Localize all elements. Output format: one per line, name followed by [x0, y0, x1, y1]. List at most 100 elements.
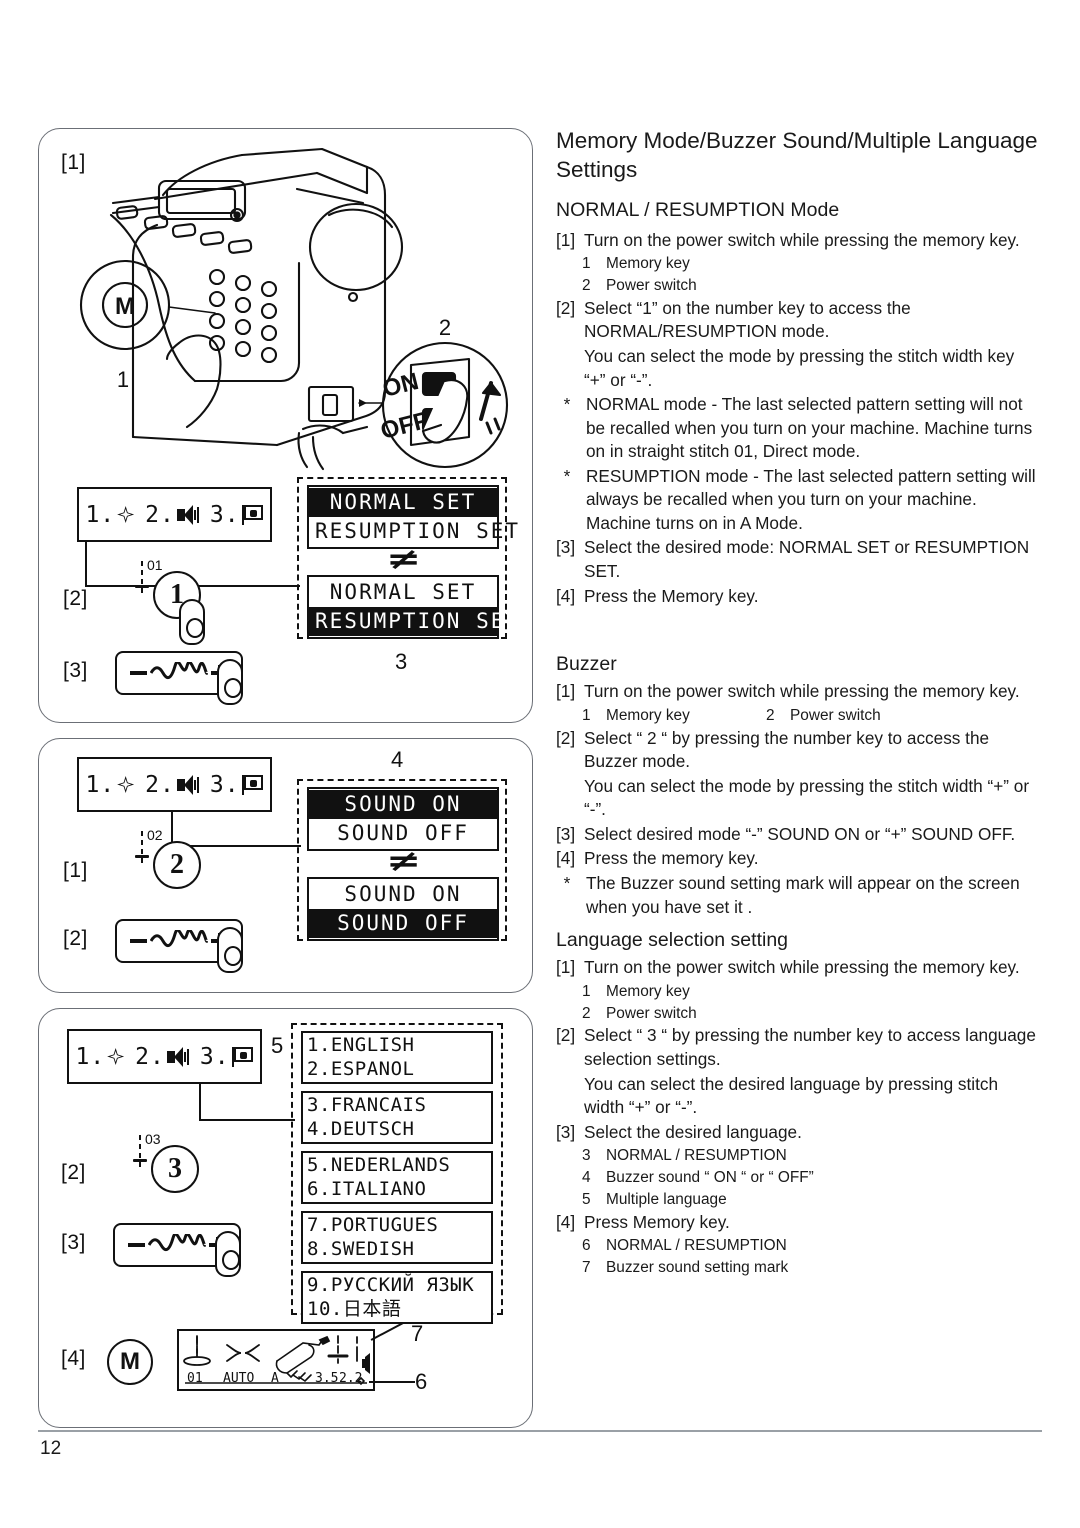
step-marker — [556, 775, 584, 822]
step-tag-2: [2] — [61, 1161, 86, 1184]
language-option-swedish[interactable]: 8.SWEDISH — [303, 1237, 491, 1261]
number-key-2[interactable]: 2 — [153, 841, 201, 889]
step-item: You can select the mode by pressing the … — [556, 345, 1040, 392]
language-option-portugues[interactable]: 7.PORTUGUES — [303, 1213, 491, 1237]
diamond-icon — [117, 506, 135, 523]
option-sound-on[interactable]: SOUND ON — [309, 880, 497, 909]
language-option-italiano[interactable]: 6.ITALIANO — [303, 1177, 491, 1201]
language-box-4: 7.PORTUGUES 8.SWEDISH — [301, 1211, 493, 1264]
step-item: [4] Press the memory key. — [556, 847, 1040, 871]
step-text: You can select the desired language by p… — [584, 1073, 999, 1118]
sub-item: 1 Memory key — [556, 981, 1040, 1003]
step-text: Select the desired mode: NORMAL SET or R… — [584, 537, 1030, 581]
speaker-icon — [176, 774, 199, 795]
dashed-group-normal-resumption: NORMAL SET RESUMPTION SET ≠ NORMAL SET R… — [297, 477, 518, 639]
step-item: [3] Select desired mode “-” SOUND ON or … — [556, 823, 1040, 847]
sub-item-label: Memory key — [606, 982, 690, 1000]
language-option-english[interactable]: 1.ENGLISH — [307, 1034, 414, 1056]
manual-page: [1] ON OFF M 1 2 1. 2. 3. NORMAL SET RES… — [0, 0, 1080, 1528]
sub-item: 2 Power switch — [556, 275, 1040, 297]
zigzag-icon — [150, 930, 208, 948]
number-key-3[interactable]: 3 — [151, 1145, 199, 1193]
diamond-icon — [107, 1048, 125, 1065]
step-item: [1] Turn on the power switch while press… — [556, 956, 1040, 980]
language-option-espanol[interactable]: 2.ESPANOL — [303, 1057, 491, 1081]
menu-item-2: 2. — [145, 502, 199, 528]
step-text: Turn on the power switch while pressing … — [584, 681, 1020, 702]
sub-item-label: Power switch — [606, 1004, 697, 1022]
figure-panel-buzzer: 1. 2. 3. 4 SOUND ON SOUND OFF ≠ SOUND ON… — [38, 738, 533, 993]
step-text: You can select the mode by pressing the … — [584, 345, 1015, 390]
step-text: Press Memory key. — [584, 1211, 730, 1232]
sub-item: 4 Buzzer sound “ ON “ or “ OFF” — [556, 1167, 1040, 1189]
menu-item-3: 3. — [210, 772, 264, 798]
change-arrow-icon: ≠ — [385, 542, 422, 577]
sewing-machine-illustration: ON ON OFF M 1 2 — [79, 147, 509, 471]
step-marker: [4] — [556, 1211, 576, 1232]
sub-item: 2 Power switch — [556, 1003, 1040, 1025]
step-marker: * — [563, 465, 571, 486]
flag-icon — [241, 504, 264, 525]
callout-number-6: 6 — [415, 1369, 428, 1394]
language-option-russian[interactable]: 9.РУССКИЙ ЯЗЫК — [303, 1273, 491, 1297]
sub-item-number: 3 — [582, 1147, 591, 1165]
sub-item: 6 NORMAL / RESUMPTION — [556, 1235, 1040, 1257]
step-tag-3: [3] — [63, 659, 88, 682]
buzzer-sound-setting-mark — [362, 1353, 370, 1374]
sub-item: 1 Memory key — [556, 253, 1040, 275]
sub-item-label: Power switch — [790, 706, 881, 724]
step-item: [1] Turn on the power switch while press… — [556, 680, 1040, 704]
step-marker: [4] — [556, 585, 576, 606]
step-marker: [2] — [556, 727, 576, 748]
memory-key-button[interactable]: M — [107, 1339, 153, 1385]
language-option-francais[interactable]: 3.FRANCAIS — [303, 1093, 491, 1117]
change-arrow-icon: ≠ — [385, 844, 422, 879]
step-marker: [1] — [556, 681, 576, 702]
sub-item: 3 NORMAL / RESUMPTION — [556, 1145, 1040, 1167]
step-text: Select “ 3 “ by pressing the number key … — [584, 1025, 1036, 1069]
memory-key-icon: M — [115, 293, 135, 320]
status-pattern-number: 01 — [187, 1371, 203, 1386]
step-marker: [1] — [556, 957, 576, 978]
finger-icon — [215, 1231, 241, 1277]
lcd-display-top-2: SOUND ON SOUND OFF — [307, 787, 499, 851]
option-sound-on[interactable]: SOUND ON — [309, 790, 497, 819]
step-item: * The Buzzer sound setting mark will app… — [556, 872, 1040, 919]
callout-number-5: 5 — [271, 1033, 284, 1058]
step-item: * NORMAL mode - The last selected patter… — [556, 393, 1040, 464]
section-heading-normal-resumption: NORMAL / RESUMPTION Mode — [556, 198, 840, 221]
step-marker: [1] — [556, 229, 576, 250]
step-item: [2] Select “1” on the number key to acce… — [556, 297, 1040, 344]
sub-item-label: Multiple language — [606, 1190, 727, 1208]
pattern-code-02: 02 — [147, 827, 163, 843]
language-option-japanese[interactable]: 10.日本語 — [303, 1297, 491, 1321]
diamond-icon — [117, 776, 135, 793]
step-item: You can select the mode by pressing the … — [556, 775, 1040, 822]
language-option-nederlands[interactable]: 5.NEDERLANDS — [303, 1153, 491, 1177]
sub-item-number: 2 — [582, 1004, 591, 1022]
language-option-deutsch[interactable]: 4.DEUTSCH — [303, 1117, 491, 1141]
step-text: Press the Memory key. — [584, 585, 759, 606]
pattern-code-03: 03 — [145, 1131, 161, 1147]
step-tag-2: [2] — [63, 587, 88, 610]
callout-number-power-switch: 2 — [439, 315, 451, 340]
option-resumption-set[interactable]: RESUMPTION SET — [309, 606, 518, 636]
callout-number-4: 4 — [391, 747, 404, 772]
option-normal-set[interactable]: NORMAL SET — [309, 488, 497, 517]
step-marker: * — [563, 872, 571, 893]
status-length: 2.2 — [339, 1371, 362, 1386]
step-marker: [4] — [556, 848, 576, 869]
sub-item-label: Buzzer sound setting mark — [606, 1259, 789, 1277]
sub-item-number: 1 — [582, 706, 591, 724]
section-heading-language: Language selection setting — [556, 929, 789, 952]
sub-item-number: 1 — [582, 255, 591, 273]
step-tag-4: [4] — [61, 1347, 86, 1370]
option-sound-off[interactable]: SOUND OFF — [309, 908, 497, 938]
menu-item-3: 3. — [210, 502, 264, 528]
option-normal-set[interactable]: NORMAL SET — [309, 578, 497, 607]
lcd-display-bottom-1: NORMAL SET RESUMPTION SET — [307, 575, 518, 639]
figure-panel-normal-resumption: [1] ON OFF M 1 2 1. 2. 3. NORMAL SET RES… — [38, 128, 533, 723]
switch-off-label: OFF — [378, 407, 431, 445]
lcd-menu-strip-1: 1. 2. 3. — [77, 487, 272, 542]
leader-line-7 — [370, 1322, 404, 1341]
